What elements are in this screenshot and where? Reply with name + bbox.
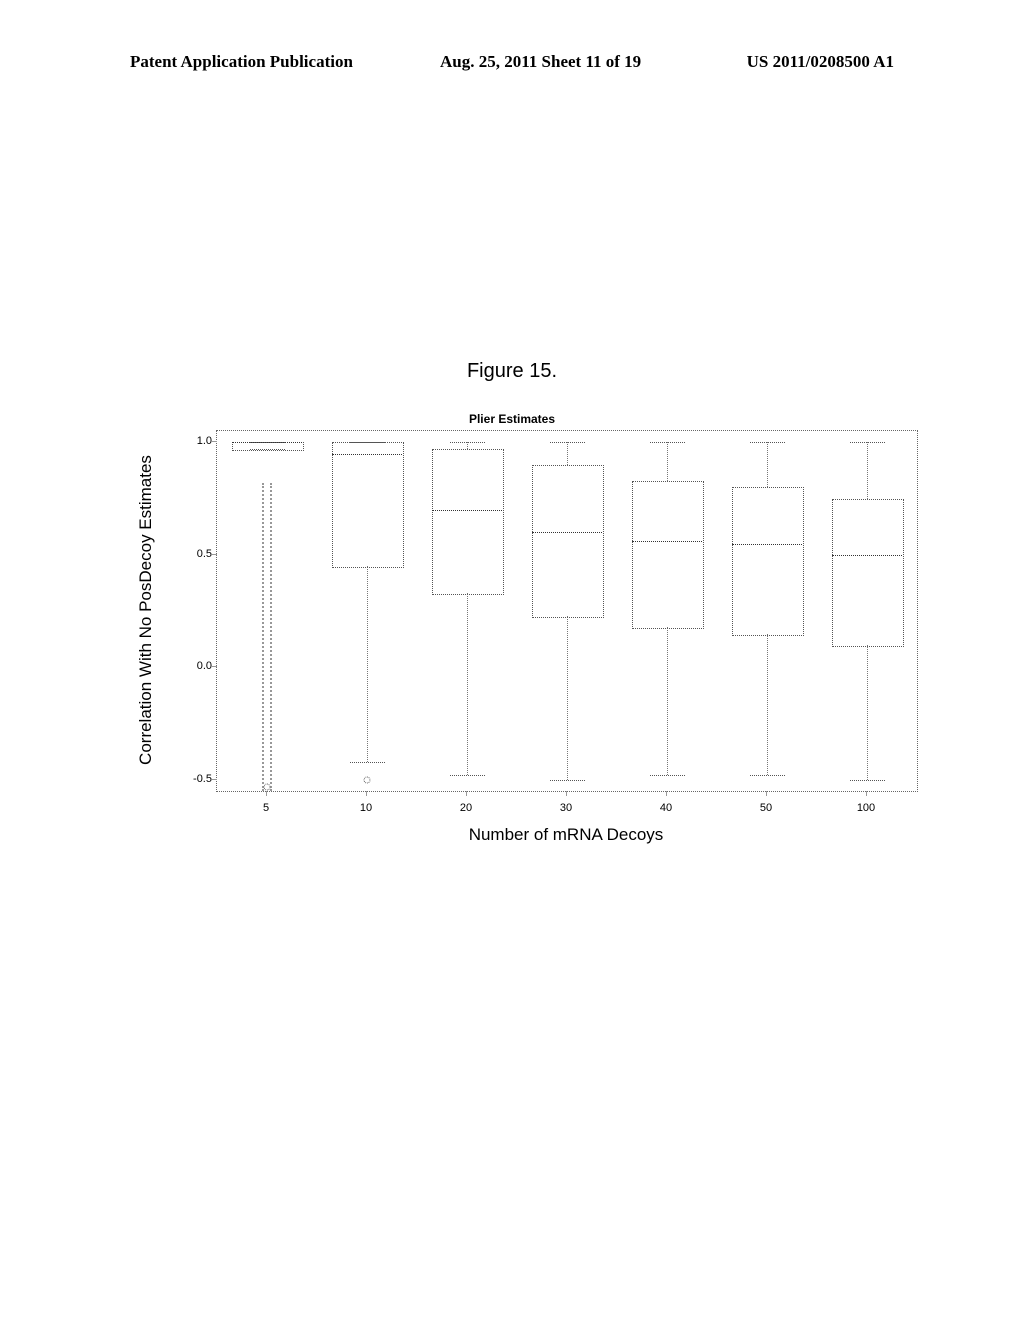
whisker-lower: [667, 627, 668, 776]
x-tick-label: 100: [846, 802, 886, 814]
whisker-cap-lower: [550, 780, 585, 781]
header-center: Aug. 25, 2011 Sheet 11 of 19: [440, 52, 641, 72]
y-tick-label: 0.5: [182, 548, 212, 560]
x-axis-label: Number of mRNA Decoys: [216, 825, 916, 845]
y-tick-mark: [212, 779, 217, 780]
whisker-cap-lower: [350, 762, 385, 763]
box: [432, 449, 504, 595]
x-tick-mark: [866, 791, 867, 796]
median-line: [232, 442, 302, 443]
outlier-stack: [262, 483, 272, 791]
whisker-cap-lower: [750, 775, 785, 776]
median-line: [532, 532, 602, 533]
box: [232, 442, 304, 451]
x-tick-mark: [366, 791, 367, 796]
y-tick-label: -0.5: [182, 773, 212, 785]
whisker-cap-upper: [750, 442, 785, 443]
median-line: [832, 555, 902, 556]
y-tick-mark: [212, 666, 217, 667]
median-line: [332, 454, 402, 455]
x-tick-mark: [566, 791, 567, 796]
outlier: [264, 783, 271, 790]
x-tick-label: 30: [546, 802, 586, 814]
whisker-lower: [867, 645, 868, 780]
x-tick-label: 40: [646, 802, 686, 814]
median-line: [732, 544, 802, 545]
x-tick-label: 50: [746, 802, 786, 814]
x-tick-label: 5: [246, 802, 286, 814]
box: [732, 487, 804, 635]
y-tick-mark: [212, 441, 217, 442]
x-tick-label: 20: [446, 802, 486, 814]
whisker-cap-lower: [450, 775, 485, 776]
header-right: US 2011/0208500 A1: [747, 52, 894, 72]
whisker-lower: [767, 634, 768, 776]
chart-title: Plier Estimates: [0, 412, 1024, 426]
whisker-upper: [867, 442, 868, 498]
whisker-lower: [467, 593, 468, 775]
y-axis-label: Correlation With No PosDecoy Estimates: [136, 430, 156, 790]
whisker-upper: [467, 442, 468, 449]
boxplot-chart: Correlation With No PosDecoy Estimates N…: [140, 430, 920, 830]
x-tick-mark: [666, 791, 667, 796]
whisker-cap-upper: [850, 442, 885, 443]
x-tick-label: 10: [346, 802, 386, 814]
y-tick-label: 0.0: [182, 660, 212, 672]
whisker-cap-upper: [650, 442, 685, 443]
whisker-cap-upper: [450, 442, 485, 443]
median-line: [432, 510, 502, 511]
median-line: [632, 541, 702, 542]
x-tick-mark: [466, 791, 467, 796]
box: [632, 481, 704, 629]
whisker-lower: [367, 566, 368, 762]
whisker-upper: [667, 442, 668, 480]
outlier: [364, 776, 371, 783]
box: [532, 465, 604, 618]
header-left: Patent Application Publication: [130, 52, 353, 72]
x-tick-mark: [766, 791, 767, 796]
x-tick-mark: [266, 791, 267, 796]
box: [332, 442, 404, 568]
box: [832, 499, 904, 647]
whisker-upper: [767, 442, 768, 487]
whisker-cap-lower: [650, 775, 685, 776]
whisker-upper: [567, 442, 568, 465]
y-tick-label: 1.0: [182, 435, 212, 447]
whisker-cap-upper: [550, 442, 585, 443]
figure-caption: Figure 15.: [0, 360, 1024, 383]
y-tick-mark: [212, 554, 217, 555]
whisker-lower: [567, 616, 568, 780]
plot-area: [216, 430, 918, 792]
whisker-cap-lower: [850, 780, 885, 781]
